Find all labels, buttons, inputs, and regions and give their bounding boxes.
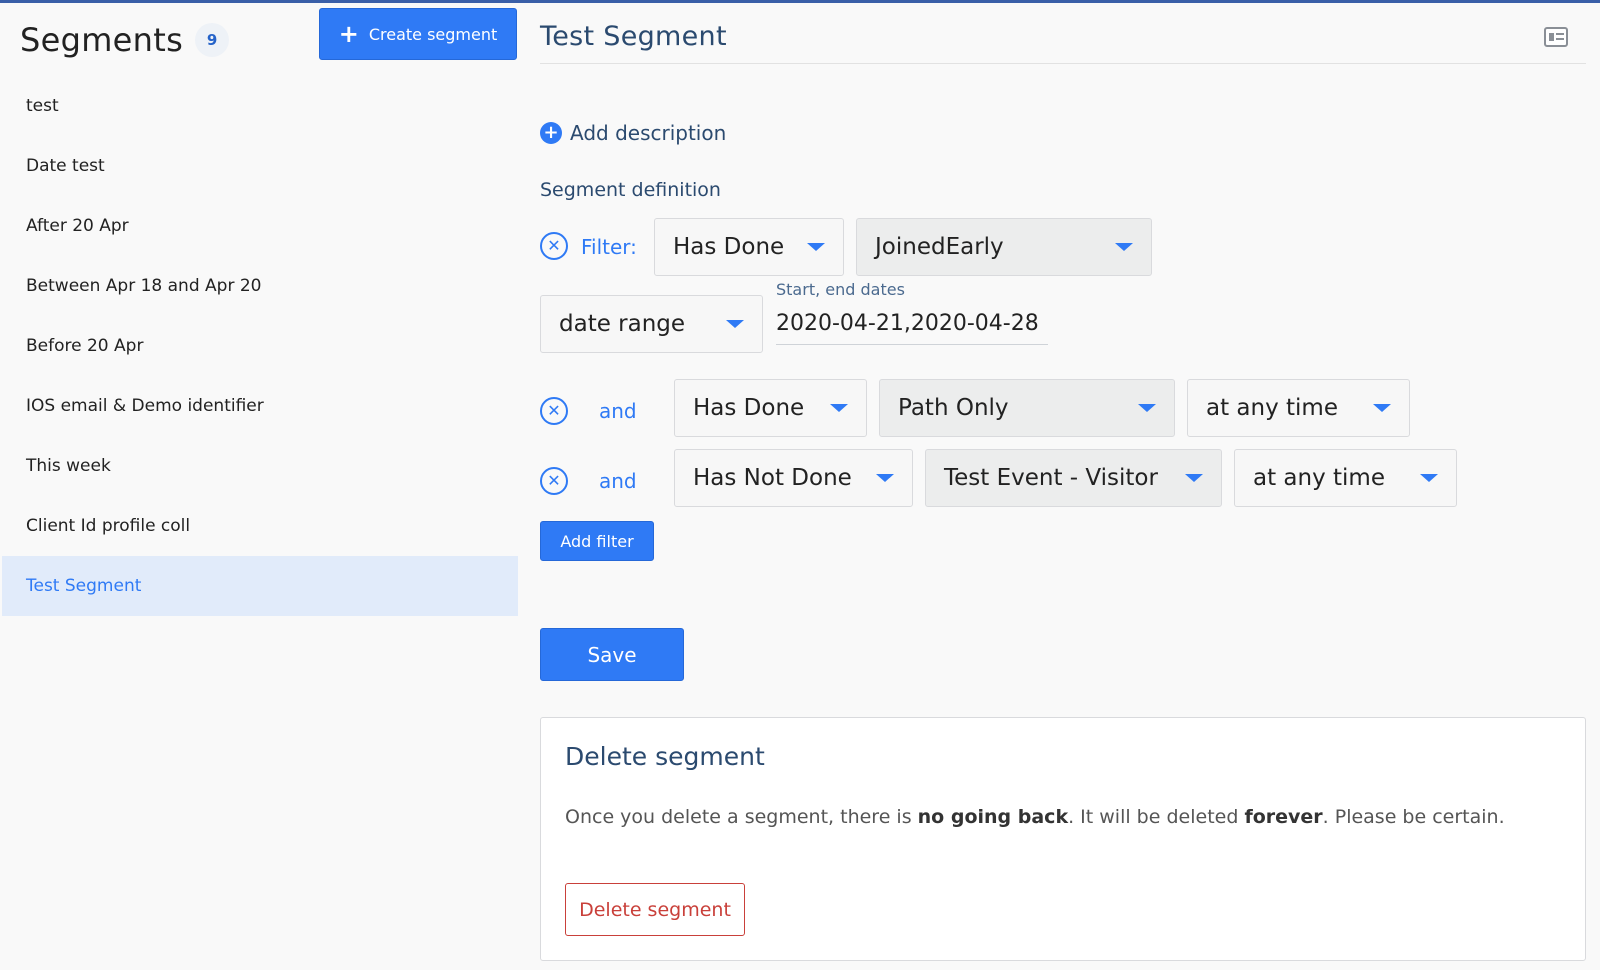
caret-down-icon bbox=[1420, 474, 1438, 482]
segment-item-between-apr-18-and-apr-20[interactable]: Between Apr 18 and Apr 20 bbox=[0, 256, 518, 316]
segment-list: test Date test After 20 Apr Between Apr … bbox=[0, 76, 518, 616]
caret-down-icon bbox=[876, 474, 894, 482]
sidebar-title: Segments bbox=[20, 21, 184, 59]
plus-icon: + bbox=[338, 20, 359, 48]
filter-1-action-select[interactable]: Has Done bbox=[654, 218, 844, 276]
filter-1-event-select[interactable]: JoinedEarly bbox=[856, 218, 1152, 276]
add-filter-button[interactable]: Add filter bbox=[540, 521, 654, 561]
filter-1-time-select[interactable]: date range bbox=[540, 295, 763, 353]
caret-down-icon bbox=[726, 320, 744, 328]
remove-filter-3-icon[interactable]: ✕ bbox=[540, 467, 568, 495]
segment-item-ios-email-demo-identifier[interactable]: IOS email & Demo identifier bbox=[0, 376, 518, 436]
filter-3-action-value: Has Not Done bbox=[693, 465, 852, 491]
segment-count-badge: 9 bbox=[195, 23, 230, 57]
date-range-input[interactable] bbox=[776, 303, 1048, 345]
filter-1-time-value: date range bbox=[559, 311, 686, 337]
page-title: Test Segment bbox=[540, 21, 727, 52]
segment-item-test-segment[interactable]: Test Segment bbox=[2, 556, 518, 616]
filter-2-op-label: and bbox=[599, 399, 637, 423]
caret-down-icon bbox=[1138, 404, 1156, 412]
remove-filter-2-icon[interactable]: ✕ bbox=[540, 397, 568, 425]
filter-2-action-value: Has Done bbox=[693, 395, 805, 421]
create-segment-label: Create segment bbox=[368, 24, 498, 44]
filter-3-event-value: Test Event - Visitor bbox=[944, 465, 1158, 491]
create-segment-button[interactable]: + Create segment bbox=[319, 8, 517, 60]
save-button[interactable]: Save bbox=[540, 628, 684, 681]
caret-down-icon bbox=[1373, 404, 1391, 412]
filter-3-time-value: at any time bbox=[1253, 465, 1385, 491]
segment-item-this-week[interactable]: This week bbox=[0, 436, 518, 496]
caret-down-icon bbox=[807, 243, 825, 251]
caret-down-icon bbox=[1115, 243, 1133, 251]
date-range-label: Start, end dates bbox=[776, 280, 905, 299]
filter-2-event-select[interactable]: Path Only bbox=[879, 379, 1175, 437]
filter-1-op-label: Filter: bbox=[581, 235, 637, 259]
filter-2-time-select[interactable]: at any time bbox=[1187, 379, 1410, 437]
filter-2-event-value: Path Only bbox=[898, 395, 1009, 421]
segments-sidebar: Segments 9 + Create segment test Date te… bbox=[0, 3, 518, 970]
id-card-icon[interactable] bbox=[1544, 27, 1568, 47]
filter-2-time-value: at any time bbox=[1206, 395, 1338, 421]
delete-warning-text: Once you delete a segment, there is no g… bbox=[565, 806, 1505, 828]
delete-segment-panel: Delete segment Once you delete a segment… bbox=[540, 717, 1586, 961]
add-description-label: Add description bbox=[570, 121, 727, 145]
segment-definition-heading: Segment definition bbox=[540, 179, 721, 201]
caret-down-icon bbox=[830, 404, 848, 412]
delete-segment-button[interactable]: Delete segment bbox=[565, 883, 745, 936]
segment-item-before-20-apr[interactable]: Before 20 Apr bbox=[0, 316, 518, 376]
segment-item-test[interactable]: test bbox=[0, 76, 518, 136]
remove-filter-1-icon[interactable]: ✕ bbox=[540, 232, 568, 260]
filter-1-event-value: JoinedEarly bbox=[875, 234, 1004, 260]
caret-down-icon bbox=[1185, 474, 1203, 482]
segment-item-after-20-apr[interactable]: After 20 Apr bbox=[0, 196, 518, 256]
filter-3-action-select[interactable]: Has Not Done bbox=[674, 449, 913, 507]
segment-detail-panel: Test Segment + Add description Segment d… bbox=[540, 3, 1590, 970]
sidebar-header: Segments 9 bbox=[20, 21, 230, 59]
filter-3-event-select[interactable]: Test Event - Visitor bbox=[925, 449, 1222, 507]
segment-item-date-test[interactable]: Date test bbox=[0, 136, 518, 196]
delete-segment-heading: Delete segment bbox=[565, 742, 765, 771]
title-divider bbox=[540, 63, 1586, 64]
filter-3-op-label: and bbox=[599, 469, 637, 493]
filter-2-action-select[interactable]: Has Done bbox=[674, 379, 867, 437]
filter-1-action-value: Has Done bbox=[673, 234, 785, 260]
add-description-link[interactable]: + Add description bbox=[540, 121, 726, 145]
segment-item-client-id-profile-coll[interactable]: Client Id profile coll bbox=[0, 496, 518, 556]
plus-circle-icon: + bbox=[540, 122, 562, 144]
filter-3-time-select[interactable]: at any time bbox=[1234, 449, 1457, 507]
